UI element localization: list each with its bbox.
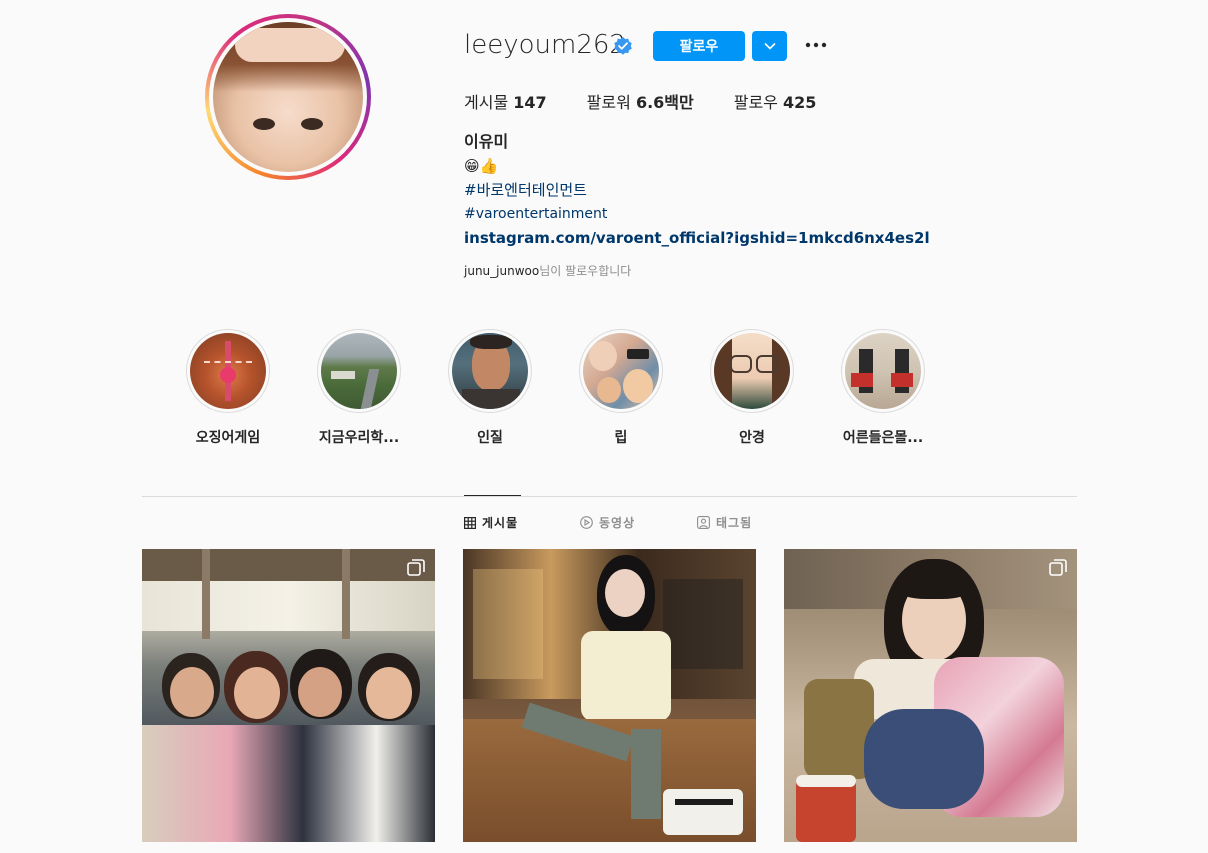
post-thumbnail[interactable]	[784, 549, 1077, 842]
highlight-thumbnail	[583, 333, 659, 409]
tab-videos-label: 동영상	[599, 516, 636, 530]
play-icon	[580, 516, 593, 529]
tabs-divider	[142, 496, 1077, 497]
bio-external-link[interactable]: instagram.com/varoent_official?igshid=1m…	[464, 226, 930, 250]
avatar-eye-right	[301, 118, 323, 130]
highlight-ring	[317, 329, 401, 413]
highlight-ring	[186, 329, 270, 413]
grid-icon	[464, 516, 476, 529]
multiple-photos-icon	[407, 559, 425, 576]
stat-posts-value: 147	[513, 93, 547, 112]
post-thumbnail[interactable]	[142, 549, 435, 842]
stat-followers-label: 팔로워	[586, 93, 631, 112]
followed-by-suffix: 님이 팔로우합니다	[539, 264, 632, 278]
highlight-label: 오징어게임	[195, 430, 261, 446]
highlight-ring	[448, 329, 532, 413]
follow-button[interactable]: 팔로우	[653, 31, 745, 61]
highlight-item[interactable]: 지금우리학...	[317, 329, 401, 447]
tab-posts-label: 게시물	[482, 516, 519, 530]
highlight-thumbnail	[190, 333, 266, 409]
highlight-item[interactable]: 립	[579, 329, 663, 447]
avatar-hand	[235, 28, 345, 62]
highlight-thumbnail	[845, 333, 921, 409]
bio-hashtag-en[interactable]: #varoentertainment	[464, 202, 930, 226]
avatar-image	[213, 22, 363, 172]
avatar-eye-left	[253, 118, 275, 130]
tag-user-icon	[697, 516, 710, 529]
post-thumbnail[interactable]	[463, 549, 756, 842]
stat-posts: 게시물 147	[464, 89, 547, 113]
multiple-photos-icon	[1049, 559, 1067, 576]
highlight-label: 지금우리학...	[318, 430, 400, 446]
highlight-item[interactable]: 안경	[710, 329, 794, 447]
tab-tagged-label: 태그됨	[716, 516, 753, 530]
stat-following-value: 425	[783, 93, 817, 112]
highlight-thumbnail	[321, 333, 397, 409]
highlight-thumbnail	[452, 333, 528, 409]
highlight-ring	[579, 329, 663, 413]
suggested-accounts-button[interactable]	[752, 31, 787, 61]
followed-by-user[interactable]: junu_junwoo	[464, 264, 539, 278]
stat-followers[interactable]: 팔로워 6.6백만	[587, 89, 694, 113]
chevron-down-icon	[763, 42, 776, 50]
highlight-label: 인질	[477, 430, 503, 446]
highlight-thumbnail	[714, 333, 790, 409]
tab-posts[interactable]: 게시물	[464, 514, 518, 531]
bio-emoji: 😁👍	[464, 157, 499, 175]
stat-following-label: 팔로우	[733, 93, 778, 112]
tab-videos[interactable]: 동영상	[580, 514, 635, 531]
stat-followers-value: 6.6백만	[635, 93, 694, 112]
active-tab-indicator	[464, 495, 521, 496]
profile-fullname: 이유미	[464, 132, 509, 151]
tab-tagged[interactable]: 태그됨	[697, 514, 752, 531]
highlight-ring	[710, 329, 794, 413]
followed-by[interactable]: junu_junwoo님이 팔로우합니다	[464, 262, 631, 279]
profile-avatar[interactable]	[205, 14, 371, 180]
highlight-item[interactable]: 인질	[448, 329, 532, 447]
avatar-border	[209, 18, 367, 176]
highlight-ring	[841, 329, 925, 413]
highlight-item[interactable]: 오징어게임	[186, 329, 270, 447]
verified-badge-icon	[614, 37, 632, 55]
stat-following[interactable]: 팔로우 425	[734, 89, 817, 113]
profile-bio: 이유미 😁👍 #바로엔터테인먼트 #varoentertainment inst…	[464, 130, 930, 250]
bio-hashtag-kr[interactable]: #바로엔터테인먼트	[464, 178, 930, 202]
profile-stats: 게시물 147 팔로워 6.6백만 팔로우 425	[464, 89, 856, 113]
highlight-label: 어른들은몰...	[842, 430, 924, 446]
highlight-item[interactable]: 어른들은몰...	[841, 329, 925, 447]
highlight-label: 립	[614, 430, 628, 446]
more-options-button[interactable]	[804, 33, 828, 63]
story-highlights: 오징어게임 지금우리학... 인질 립 안경 어른들은몰...	[186, 329, 972, 447]
stat-posts-label: 게시물	[464, 93, 509, 112]
highlight-label: 안경	[739, 430, 765, 446]
more-horizontal-icon	[805, 42, 827, 48]
profile-username: leeyoum262	[464, 30, 626, 60]
